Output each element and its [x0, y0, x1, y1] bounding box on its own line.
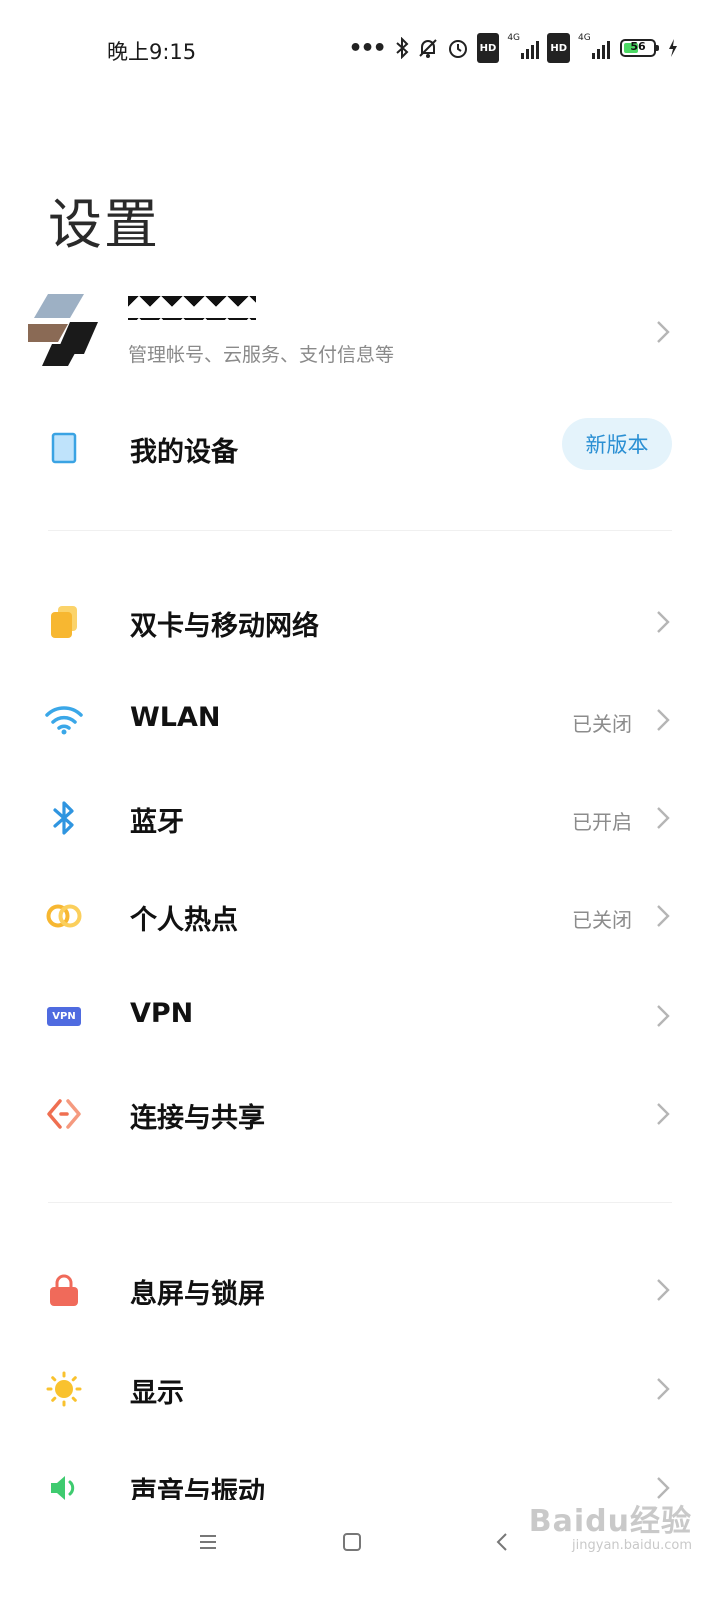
row-label: VPN [130, 998, 194, 1029]
vpn-icon-text: VPN [47, 1006, 81, 1026]
watermark: Baidu经验 jingyan.baidu.com [529, 1496, 692, 1553]
row-label: 蓝牙 [130, 807, 184, 838]
menu-icon[interactable] [188, 1522, 228, 1562]
page-title: 设置 [48, 193, 160, 256]
more-dots-icon: ••• [348, 35, 386, 61]
section-divider [48, 1202, 672, 1203]
connection-share-row[interactable]: 连接与共享 [0, 1064, 720, 1162]
chevron-right-icon [656, 904, 670, 928]
chevron-right-icon [656, 708, 670, 732]
hotspot-row[interactable]: 个人热点 已关闭 [0, 866, 720, 964]
chevron-right-icon [656, 806, 670, 830]
row-label: 息屏与锁屏 [130, 1279, 265, 1310]
sun-icon [44, 1369, 84, 1409]
lock-screen-row[interactable]: 息屏与锁屏 [0, 1240, 720, 1338]
status-icons: ••• HD 4G HD 4G 56 [348, 33, 678, 63]
signal-4g-icon: 4G [578, 33, 610, 61]
hd-icon: HD [476, 33, 500, 63]
avatar [28, 294, 98, 366]
vpn-row[interactable]: VPN VPN [0, 966, 720, 1064]
charging-icon [668, 34, 678, 62]
wifi-icon [44, 700, 84, 740]
battery-percent: 56 [630, 40, 646, 53]
row-value: 已关闭 [572, 908, 632, 932]
hotspot-icon [44, 896, 84, 936]
row-label: 个人热点 [130, 905, 238, 936]
battery-icon: 56 [620, 39, 659, 57]
watermark-logo: Baidu经验 [528, 1504, 692, 1539]
row-label: WLAN [130, 702, 221, 733]
watermark-url: jingyan.baidu.com [572, 1538, 692, 1553]
wlan-row[interactable]: WLAN 已关闭 [0, 670, 720, 768]
lock-icon [44, 1270, 84, 1310]
chevron-right-icon [656, 1004, 670, 1028]
bluetooth-row[interactable]: 蓝牙 已开启 [0, 768, 720, 866]
display-row[interactable]: 显示 [0, 1339, 720, 1437]
row-label: 双卡与移动网络 [130, 611, 319, 642]
new-version-badge[interactable]: 新版本 [562, 418, 672, 470]
chevron-right-icon [656, 1102, 670, 1126]
account-name [128, 296, 256, 320]
signal-4g-icon: 4G [507, 33, 540, 61]
row-value: 已关闭 [572, 712, 632, 736]
account-subtitle: 管理帐号、云服务、支付信息等 [128, 344, 395, 366]
account-row[interactable]: 管理帐号、云服务、支付信息等 [0, 286, 720, 382]
my-device-label: 我的设备 [130, 437, 238, 468]
bluetooth-icon [44, 798, 84, 838]
bluetooth-icon [395, 34, 409, 62]
mute-bell-icon [417, 34, 439, 62]
device-icon [44, 428, 84, 468]
sim-network-row[interactable]: 双卡与移动网络 [0, 572, 720, 670]
hd-icon: HD [547, 33, 570, 63]
row-label: 显示 [130, 1378, 184, 1409]
home-icon[interactable] [332, 1522, 372, 1562]
status-bar: 晚上9:15 ••• HD 4G HD 4G 56 [0, 0, 720, 96]
connection-share-icon [44, 1094, 84, 1134]
chevron-right-icon [656, 1377, 670, 1401]
chevron-right-icon [656, 1278, 670, 1302]
row-label: 连接与共享 [130, 1103, 265, 1134]
net-label: 4G [578, 33, 591, 43]
section-divider [48, 530, 672, 531]
status-time: 晚上9:15 [107, 40, 197, 64]
chevron-right-icon [656, 610, 670, 634]
chevron-right-icon [656, 320, 670, 344]
vpn-icon: VPN [44, 996, 84, 1036]
back-icon[interactable] [482, 1522, 522, 1562]
net-label: 4G [507, 33, 521, 43]
sim-card-icon [44, 602, 84, 642]
row-value: 已开启 [572, 810, 632, 834]
alarm-icon [447, 34, 469, 62]
